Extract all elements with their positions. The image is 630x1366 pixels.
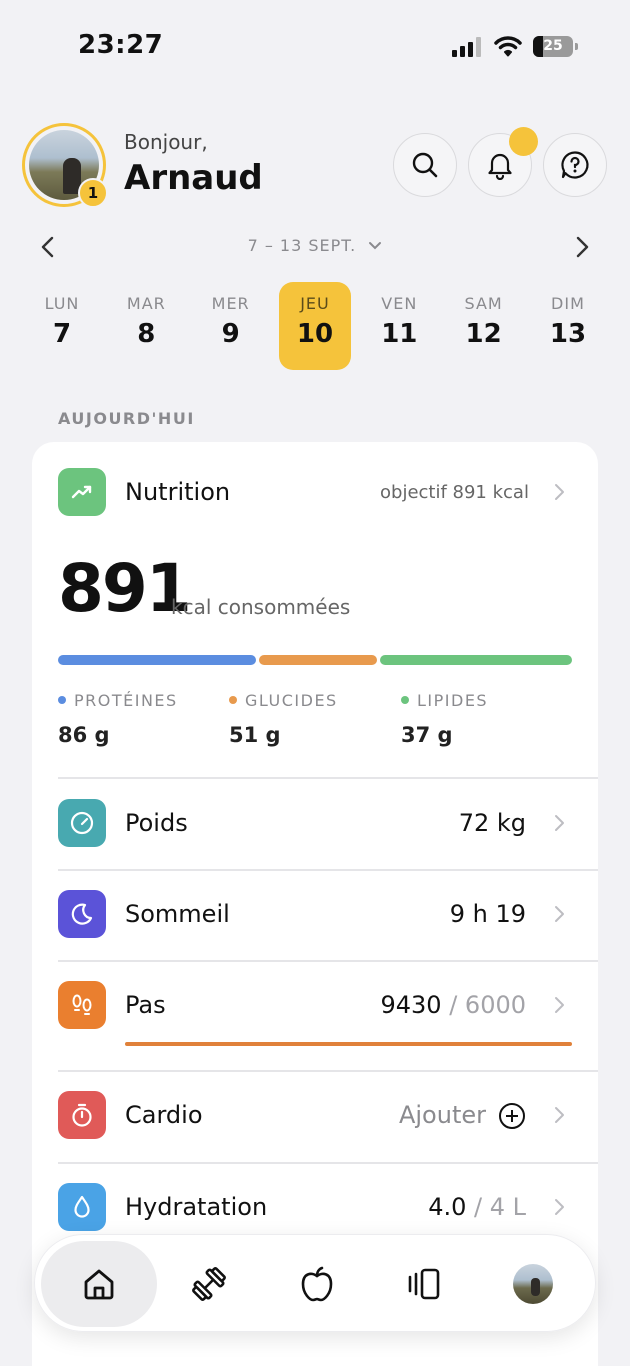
- hydration-title: Hydratation: [125, 1193, 268, 1221]
- chevron-right-icon: [555, 1199, 564, 1215]
- day-wed[interactable]: MER 9: [195, 282, 267, 370]
- tab-profile[interactable]: [475, 1241, 591, 1327]
- search-button[interactable]: [393, 133, 457, 197]
- protein-bar: [58, 655, 256, 665]
- hydration-value: 4.0 / 4 L: [428, 1193, 526, 1221]
- day-selector: LUN 7 MAR 8 MER 9 JEU 10 VEN 11 SAM 12 DIM 13: [26, 282, 604, 370]
- day-fri[interactable]: VEN 11: [363, 282, 435, 370]
- apple-icon: [301, 1266, 333, 1302]
- notification-dot: [509, 127, 538, 156]
- signal-icon: [452, 37, 482, 57]
- tab-cards[interactable]: [367, 1241, 483, 1327]
- today-card: Nutrition objectif 891 kcal 891 kcal con…: [32, 442, 598, 1366]
- trend-up-icon: [58, 468, 106, 516]
- stopwatch-icon: [58, 1091, 106, 1139]
- chevron-right-icon: [555, 997, 564, 1013]
- chevron-down-icon: [369, 242, 382, 250]
- nutrition-title: Nutrition: [125, 478, 231, 506]
- search-icon: [412, 152, 438, 178]
- help-button[interactable]: [543, 133, 607, 197]
- steps-progress-bar: [125, 1042, 572, 1046]
- day-tue[interactable]: MAR 8: [110, 282, 182, 370]
- chevron-right-icon: [555, 1107, 564, 1123]
- nutrition-goal: objectif 891 kcal: [380, 482, 529, 503]
- macro-carbs: GLUCIDES 51 g: [229, 691, 338, 747]
- bottom-tab-bar: [34, 1234, 596, 1332]
- macro-fat: LIPIDES 37 g: [401, 691, 489, 747]
- tab-workouts[interactable]: [151, 1241, 267, 1327]
- day-sat[interactable]: SAM 12: [448, 282, 520, 370]
- water-drop-icon: [58, 1183, 106, 1231]
- dumbbell-icon: [192, 1267, 226, 1301]
- section-title: AUJOURD'HUI: [58, 409, 195, 428]
- sleep-title: Sommeil: [125, 900, 230, 928]
- week-navigator: 7 – 13 SEPT.: [0, 232, 630, 262]
- tab-home[interactable]: [41, 1241, 157, 1327]
- profile-avatar: [513, 1264, 553, 1304]
- footsteps-icon: [58, 981, 106, 1029]
- chevron-right-icon[interactable]: [572, 234, 592, 260]
- tab-nutrition[interactable]: [259, 1241, 375, 1327]
- avatar-badge: 1: [78, 178, 108, 208]
- macro-protein: PROTÉINES 86 g: [58, 691, 178, 747]
- steps-value: 9430 / 6000: [380, 991, 526, 1019]
- status-time: 23:27: [78, 30, 164, 60]
- kcal-total: 891: [58, 550, 192, 627]
- chevron-right-icon: [555, 484, 564, 500]
- cardio-title: Cardio: [125, 1101, 203, 1129]
- steps-title: Pas: [125, 991, 166, 1019]
- chevron-right-icon: [555, 815, 564, 831]
- greeting: Bonjour,: [124, 130, 208, 154]
- cards-icon: [408, 1268, 440, 1300]
- cardio-add-label: Ajouter: [398, 1101, 486, 1129]
- day-thu-selected[interactable]: JEU 10: [278, 282, 351, 370]
- carbs-bar: [259, 655, 377, 665]
- plus-circle-icon[interactable]: [499, 1103, 525, 1129]
- day-sun[interactable]: DIM 13: [532, 282, 604, 370]
- kcal-unit: kcal consommées: [171, 595, 351, 619]
- sleep-value: 9 h 19: [449, 900, 526, 928]
- home-icon: [84, 1269, 114, 1300]
- chevron-right-icon: [555, 906, 564, 922]
- weight-title: Poids: [125, 809, 188, 837]
- status-bar: 23:27 25: [0, 0, 630, 90]
- battery-icon: 25: [533, 36, 573, 57]
- fat-bar: [380, 655, 572, 665]
- help-icon: [561, 151, 589, 179]
- week-range[interactable]: 7 – 13 SEPT.: [0, 236, 630, 255]
- gauge-icon: [58, 799, 106, 847]
- weight-value: 72 kg: [458, 809, 526, 837]
- user-name: Arnaud: [124, 158, 263, 198]
- moon-icon: [58, 890, 106, 938]
- bell-icon: [488, 153, 512, 180]
- day-mon[interactable]: LUN 7: [26, 282, 98, 370]
- wifi-icon: [494, 36, 522, 57]
